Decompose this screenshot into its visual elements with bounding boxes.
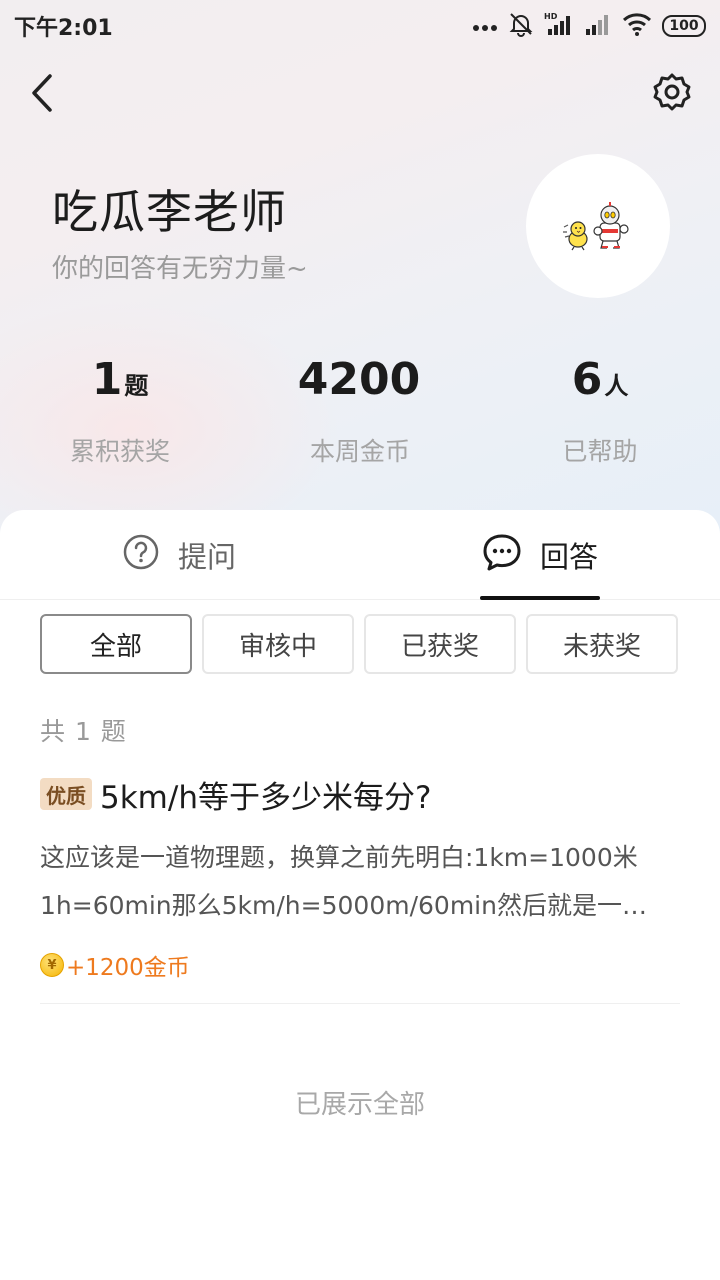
stat-label: 已帮助	[562, 437, 638, 466]
profile-motto: 你的回答有无穷力量~	[52, 254, 308, 284]
wifi-icon	[622, 12, 652, 40]
stat-label: 累积获奖	[69, 437, 170, 466]
stat-helped[interactable]: 6人 已帮助	[480, 350, 720, 468]
battery-indicator: 100	[662, 15, 706, 37]
qa-title: 5km/h等于多少米每分?	[100, 779, 432, 816]
settings-button[interactable]	[648, 70, 696, 118]
back-button[interactable]	[20, 70, 64, 120]
tab-answer[interactable]: 回答	[482, 510, 598, 600]
coin-icon: ¥	[40, 953, 64, 977]
quality-badge: 优质	[40, 778, 92, 810]
tab-bar: 提问 回答	[0, 510, 720, 600]
stat-unit: 题	[124, 372, 149, 400]
tab-label: 提问	[178, 540, 237, 574]
stat-awards[interactable]: 1题 累积获奖	[0, 350, 240, 468]
content-panel: 提问 回答 全部 审核中 已获奖 未获奖 共 1 题 优质 5km/h等于多少米…	[0, 510, 720, 1280]
gear-icon	[652, 72, 692, 116]
filter-reviewing[interactable]: 审核中	[202, 614, 354, 674]
filter-not-awarded[interactable]: 未获奖	[526, 614, 678, 674]
stat-weekly-coins[interactable]: 4200 本周金币	[240, 350, 480, 468]
svg-text:HD: HD	[544, 12, 558, 21]
stat-value: 4200	[297, 354, 421, 405]
chat-bubble-icon	[482, 533, 522, 578]
qa-snippet: 这应该是一道物理题，换算之前先明白:1km=1000米1h=60min那么5km…	[40, 843, 647, 920]
tab-ask[interactable]: 提问	[122, 510, 236, 600]
stat-value: 1题	[91, 354, 149, 405]
signal-icon	[584, 12, 612, 40]
signal-hd-icon: HD	[544, 11, 574, 41]
list-item[interactable]: 优质 5km/h等于多少米每分? 这应该是一道物理题，换算之前先明白:1km=1…	[40, 774, 680, 1004]
chevron-left-icon	[28, 72, 56, 118]
tab-label: 回答	[540, 540, 599, 574]
avatar-illustration-icon	[563, 202, 629, 251]
reward-text: +1200金币	[66, 955, 190, 981]
tab-active-indicator	[480, 596, 600, 600]
stats-row: 1题 累积获奖 4200 本周金币 6人 已帮助	[0, 350, 720, 470]
reward-row: ¥ +1200金币	[40, 950, 680, 981]
status-bar: 下午2:01 HD 100	[0, 0, 720, 52]
filter-row: 全部 审核中 已获奖 未获奖	[40, 614, 680, 674]
filter-awarded[interactable]: 已获奖	[364, 614, 516, 674]
result-count: 共 1 题	[40, 717, 127, 746]
status-time: 下午2:01	[14, 16, 113, 41]
avatar[interactable]	[526, 154, 670, 298]
filter-all[interactable]: 全部	[40, 614, 192, 674]
question-circle-icon	[122, 533, 160, 578]
more-dots-icon	[472, 17, 498, 36]
stat-value: 6人	[571, 354, 629, 405]
qa-title-row: 优质 5km/h等于多少米每分?	[40, 774, 680, 816]
profile-name: 吃瓜李老师	[52, 185, 287, 239]
stat-unit: 人	[604, 372, 629, 400]
end-of-list-note: 已展示全部	[294, 1090, 425, 1120]
mute-bell-icon	[508, 11, 534, 41]
status-icons: HD 100	[472, 11, 706, 41]
stat-label: 本周金币	[309, 437, 410, 466]
